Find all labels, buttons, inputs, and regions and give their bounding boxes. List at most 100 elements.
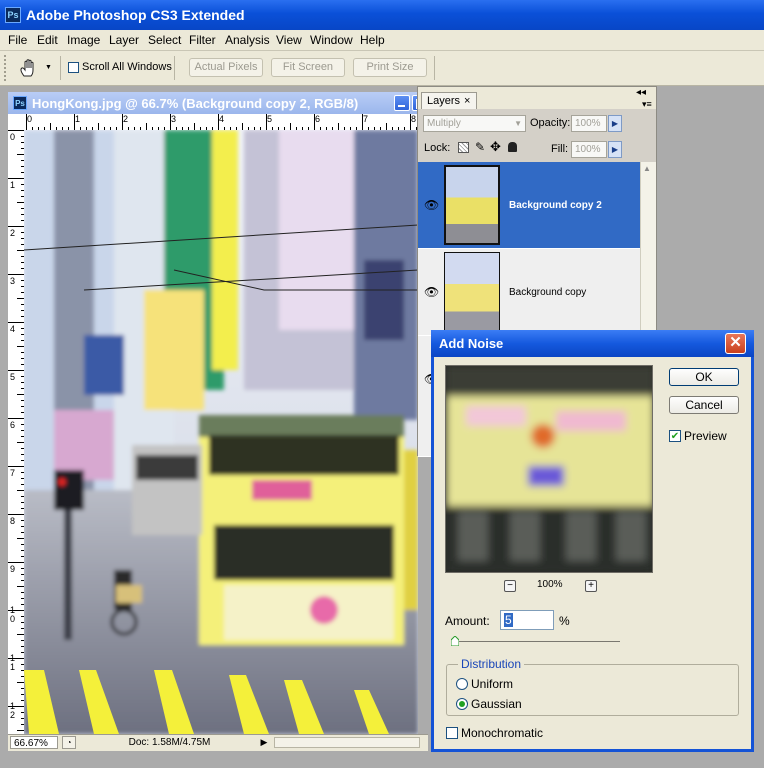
ruler-left-label: 7 [10, 468, 16, 478]
ruler-left-label: 1 [10, 180, 16, 190]
menu-select[interactable]: Select [148, 33, 181, 47]
menu-help[interactable]: Help [360, 33, 385, 47]
checkmark-icon: ✔ [670, 430, 680, 442]
ruler-top-label: 6 [315, 114, 321, 124]
document-titlebar[interactable]: Ps HongKong.jpg @ 66.7% (Background copy… [8, 92, 428, 114]
close-tab-icon[interactable]: × [464, 93, 470, 110]
layer-name: Background copy [509, 287, 587, 298]
cancel-button[interactable]: Cancel [669, 396, 739, 414]
menu-layer[interactable]: Layer [109, 33, 139, 47]
preview-label: Preview [684, 429, 727, 443]
amount-slider-track[interactable] [452, 641, 620, 642]
options-bar-grip[interactable] [4, 55, 11, 81]
opacity-arrow-icon[interactable]: ▶ [608, 115, 622, 132]
ruler-top-label: 0 [27, 114, 33, 124]
hongkong-photo [24, 130, 418, 734]
layer-thumbnail [444, 252, 500, 332]
divider [60, 56, 61, 80]
ruler-top-label: 7 [363, 114, 369, 124]
doc-size-info: Doc: 1.58M/4.75M [80, 736, 256, 749]
opacity-field[interactable]: 100% [571, 115, 607, 132]
ruler-top-label: 4 [219, 114, 225, 124]
scroll-all-windows-checkbox[interactable] [68, 62, 79, 73]
fill-arrow-icon[interactable]: ▶ [608, 141, 622, 158]
options-bar: ▼ Scroll All Windows Actual Pixels Fit S… [0, 51, 764, 86]
ruler-left-label: 2 [10, 228, 16, 238]
layer-thumbnail [444, 165, 500, 245]
preview-checkbox[interactable]: ✔ [669, 430, 681, 442]
amount-input[interactable]: 5 [500, 610, 554, 630]
document-canvas[interactable] [24, 130, 418, 734]
menu-image[interactable]: Image [67, 33, 100, 47]
lock-transparency-icon[interactable] [458, 142, 469, 153]
menu-edit[interactable]: Edit [37, 33, 58, 47]
zoom-level-field[interactable]: 66.67% [10, 736, 58, 749]
fill-label: Fill: [551, 143, 569, 155]
panel-collapse-icon[interactable]: ◂◂ [636, 87, 646, 98]
gaussian-label: Gaussian [471, 697, 522, 711]
ruler-top: 0 1 2 3 4 5 6 7 8 [8, 114, 418, 131]
menu-file[interactable]: File [8, 33, 27, 47]
menu-analysis[interactable]: Analysis [225, 33, 270, 47]
tab-layers[interactable]: Layers × [421, 92, 477, 109]
divider [174, 56, 175, 80]
scroll-all-windows-label: Scroll All Windows [82, 61, 172, 73]
print-size-button[interactable]: Print Size [353, 58, 427, 77]
dialog-titlebar[interactable]: Add Noise ✕ [431, 330, 754, 357]
tool-preset-dropdown-icon[interactable]: ▼ [45, 64, 52, 71]
menu-window[interactable]: Window [310, 33, 353, 47]
app-title: Adobe Photoshop CS3 Extended [26, 7, 245, 23]
layer-row-background-copy[interactable]: 👁 Background copy [418, 249, 640, 335]
amount-unit: % [559, 614, 570, 628]
lock-position-icon[interactable]: ✥ [490, 139, 501, 155]
lock-image-icon[interactable]: ✎ [475, 140, 485, 154]
layer-name: Background copy 2 [509, 200, 602, 211]
zoom-in-button[interactable]: + [585, 580, 597, 592]
ruler-left-label: 1 2 [10, 701, 16, 720]
menu-filter[interactable]: Filter [189, 33, 216, 47]
filter-preview[interactable] [445, 365, 653, 573]
ok-button[interactable]: OK [669, 368, 739, 386]
document-minimize-button[interactable] [394, 95, 410, 111]
zoom-out-button[interactable]: − [504, 580, 516, 592]
blend-mode-dropdown[interactable]: Multiply ▼ [423, 115, 526, 132]
gaussian-radio[interactable] [456, 698, 468, 710]
monochromatic-checkbox[interactable] [446, 727, 458, 739]
document-status-bar: 66.67% ◔ Doc: 1.58M/4.75M ▶ [8, 734, 428, 751]
monochromatic-label: Monochromatic [461, 726, 544, 740]
horizontal-scrollbar[interactable] [274, 737, 420, 748]
uniform-radio[interactable] [456, 678, 468, 690]
amount-value: 5 [504, 613, 513, 627]
lock-all-icon[interactable] [508, 142, 517, 152]
photoshop-logo-icon: Ps [5, 7, 21, 23]
eye-icon[interactable]: 👁 [424, 199, 439, 211]
distribution-label: Distribution [458, 657, 525, 671]
add-noise-dialog: Add Noise ✕ OK Cancel ✔ Preview − 100% +… [431, 330, 754, 752]
amount-slider-thumb[interactable] [450, 635, 460, 647]
ruler-left-label: 3 [10, 276, 16, 286]
ruler-left-label: 0 [10, 132, 16, 142]
preview-zoom-value: 100% [537, 579, 563, 590]
tab-layers-label: Layers [427, 95, 461, 107]
filter-preview-image [446, 366, 652, 572]
fit-screen-button[interactable]: Fit Screen [271, 58, 345, 77]
opacity-label: Opacity: [530, 117, 571, 129]
fill-field[interactable]: 100% [571, 141, 607, 158]
status-info-icon[interactable]: ◔ [62, 736, 76, 749]
ruler-top-label: 8 [411, 114, 417, 124]
menu-bar: File Edit Image Layer Select Filter Anal… [0, 30, 764, 51]
document-title: HongKong.jpg @ 66.7% (Background copy 2,… [32, 96, 359, 111]
hand-icon[interactable] [18, 58, 40, 81]
dialog-close-button[interactable]: ✕ [725, 333, 746, 354]
status-menu-arrow-icon[interactable]: ▶ [258, 736, 270, 749]
eye-icon[interactable]: 👁 [424, 286, 439, 298]
ruler-left-ticks [8, 130, 24, 731]
uniform-label: Uniform [471, 677, 514, 691]
actual-pixels-button[interactable]: Actual Pixels [189, 58, 263, 77]
layers-tabbar: ◂◂ Layers × ▾≡ [418, 87, 656, 109]
layer-row-background-copy-2[interactable]: 👁 Background copy 2 [418, 162, 640, 248]
ruler-left-label: 1 0 [10, 605, 16, 624]
ruler-left-label: 8 [10, 516, 16, 526]
panel-menu-icon[interactable]: ▾≡ [642, 99, 652, 110]
menu-view[interactable]: View [276, 33, 302, 47]
